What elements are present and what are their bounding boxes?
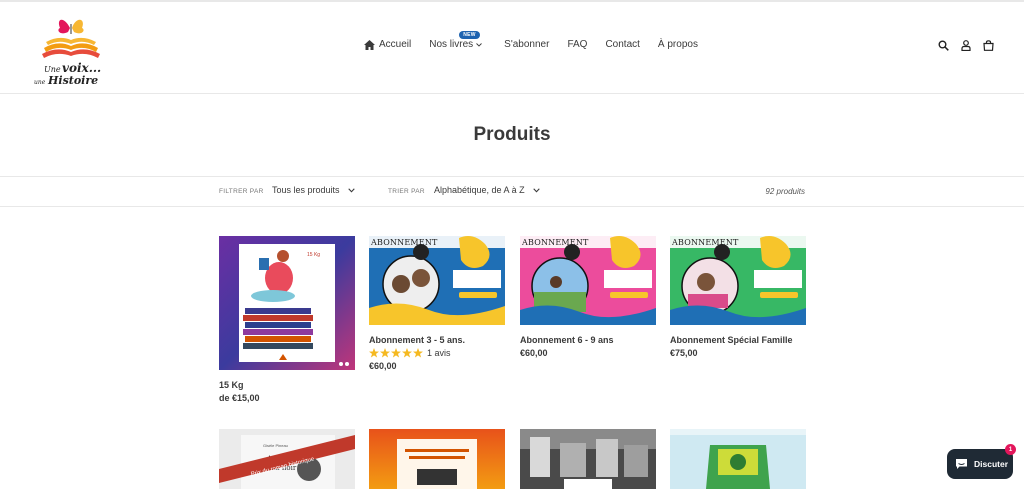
product-image: ABONNEMENT [520,236,656,325]
product-card-abonnement-3-5[interactable]: ABONNEMENT Abonnement 3 - 5 ans. 1 avis … [369,236,505,371]
chevron-down-icon [532,187,540,193]
chat-notification-badge: 1 [1005,444,1016,455]
account-button[interactable] [961,40,971,51]
star-icon [369,348,423,358]
product-price: €75,00 [670,348,698,358]
book-cover-photo [520,429,656,489]
nav-item-sabonner[interactable]: S'abonner [504,39,549,50]
nav-item-nos-livres[interactable]: NEW Nos livres [429,31,486,50]
brand-logo[interactable]: Une voix... une Histoire [30,12,112,87]
product-image: Gisèle Pineau Ady, soleil noir Prix du r… [219,429,355,489]
filter-select[interactable]: Tous les produits [272,185,355,195]
rating-stars [369,348,424,358]
nav-item-faq[interactable]: FAQ [567,39,587,50]
subscription-banner [520,236,656,325]
product-title[interactable]: Abonnement Spécial Famille [670,335,806,345]
filter-value: Tous les produits [272,185,340,195]
product-count: 92 produits [765,187,805,196]
cart-button[interactable] [983,40,994,51]
product-image [520,429,656,489]
product-title[interactable]: 15 Kg [219,380,355,390]
banner-header: ABONNEMENT [371,238,438,247]
search-button[interactable] [938,40,949,51]
product-image: 15 Kg [219,236,355,370]
book-cover-orange [369,429,505,489]
cover-title: 15 Kg [307,252,320,258]
product-price: €60,00 [369,361,397,371]
filter-bar: FILTRER PAR Tous les produits TRIER PAR … [0,176,1024,207]
new-badge: NEW [459,31,480,39]
nav-label: S'abonner [504,39,550,50]
nav-label: À propos [657,39,698,50]
svg-text:Gisèle Pineau: Gisèle Pineau [263,443,288,448]
product-card-orange-book[interactable] [369,429,505,489]
svg-text:Une: Une [44,65,61,74]
logo-image: Une voix... une Histoire [34,19,101,87]
cart-icon [983,40,994,51]
product-image: ABONNEMENT [369,236,505,325]
nav-item-contact[interactable]: Contact [605,39,639,50]
product-price: €60,00 [520,348,548,358]
product-card-abonnement-famille[interactable]: ABONNEMENT Abonnement Spécial Famille €7… [670,236,806,358]
product-card-ady-soleil-noir[interactable]: Gisèle Pineau Ady, soleil noir Prix du r… [219,429,355,489]
book-cover-15kg: 15 Kg [219,236,355,370]
svg-text:une: une [34,79,46,86]
subscription-banner [369,236,505,325]
nav-label: Contact [605,39,640,50]
page-title: Produits [473,124,551,145]
nav-item-accueil[interactable]: Accueil [364,39,411,50]
search-icon [938,40,949,51]
product-card-green-illustrated[interactable] [670,429,806,489]
header-icons [926,40,994,51]
chat-button[interactable]: Discuter 1 [947,444,1016,479]
sort-select[interactable]: Alphabétique, de A à Z [434,185,540,195]
nav-label: FAQ [567,39,588,50]
svg-text:voix...: voix... [62,61,101,75]
nav-label: Accueil [379,39,412,50]
chat-bubble-icon [956,459,967,469]
product-price: de €15,00 [219,393,260,403]
main-nav: Accueil NEW Nos livres S'abonner FAQ Con… [364,31,716,50]
banner-header: ABONNEMENT [672,238,739,247]
home-icon [364,39,375,50]
account-icon [961,40,971,51]
subscription-banner [670,236,806,325]
filter-label: FILTRER PAR [219,188,264,195]
product-image [670,429,806,489]
nav-label: Nos livres [429,39,474,50]
product-title[interactable]: Abonnement 3 - 5 ans. [369,335,505,345]
product-title[interactable]: Abonnement 6 - 9 ans [520,335,656,345]
product-image: ABONNEMENT [670,236,806,325]
product-card-photo-book[interactable] [520,429,656,489]
product-rating: 1 avis [369,348,505,358]
rating-text: 1 avis [427,348,451,358]
book-cover-green [670,429,806,489]
nav-item-a-propos[interactable]: À propos [658,39,698,50]
site-header: Une voix... une Histoire Accueil NEW Nos… [0,2,1024,94]
chat-label: Discuter [974,459,1009,469]
product-image [369,429,505,489]
product-card-15kg[interactable]: 15 Kg 15 Kg de €15,00 [219,236,355,403]
banner-header: ABONNEMENT [522,238,589,247]
sort-label: TRIER PAR [388,188,425,195]
chevron-down-icon [476,42,482,47]
svg-text:Histoire: Histoire [47,74,98,86]
sort-value: Alphabétique, de A à Z [434,185,525,195]
chevron-down-icon [347,187,355,193]
product-card-abonnement-6-9[interactable]: ABONNEMENT Abonnement 6 - 9 ans €60,00 [520,236,656,358]
book-cover-ady: Gisèle Pineau Ady, soleil noir Prix du r… [219,429,355,489]
